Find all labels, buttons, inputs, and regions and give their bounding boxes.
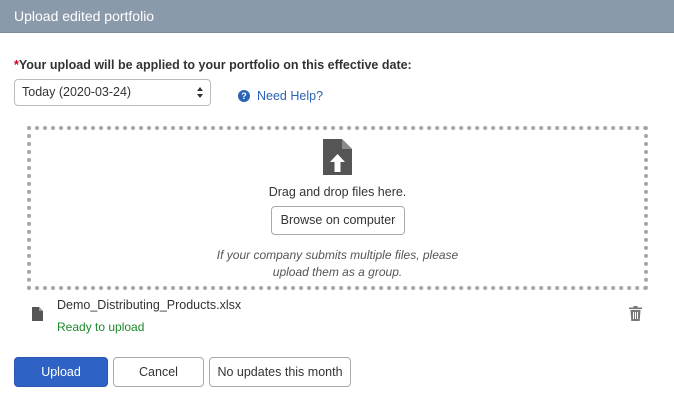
file-upload-icon [323, 139, 352, 175]
note-line-2: upload them as a group. [272, 265, 403, 279]
drag-drop-instruction: Drag and drop files here. [268, 185, 407, 199]
upload-dialog: Upload edited portfolio *Your upload wil… [0, 0, 674, 399]
no-updates-button[interactable]: No updates this month [209, 357, 351, 387]
upload-button[interactable]: Upload [14, 357, 108, 387]
file-dropzone[interactable]: Drag and drop files here. Browse on comp… [27, 126, 648, 290]
upload-status: Ready to upload [57, 320, 145, 334]
uploaded-file-name: Demo_Distributing_Products.xlsx [57, 298, 242, 312]
file-icon [32, 307, 43, 321]
need-help-link[interactable]: ? Need Help? [238, 88, 323, 104]
need-help-label: Need Help? [257, 89, 324, 103]
question-circle-icon: ? [238, 90, 250, 102]
dialog-title: Upload edited portfolio [0, 0, 674, 33]
trash-icon[interactable] [629, 306, 642, 321]
multiple-files-note: If your company submits multiple files, … [31, 247, 644, 281]
effective-date-select[interactable]: Today (2020-03-24) [14, 79, 211, 106]
cancel-button[interactable]: Cancel [113, 357, 204, 387]
effective-date-label: *Your upload will be applied to your por… [14, 58, 412, 72]
effective-date-label-text: Your upload will be applied to your port… [18, 58, 412, 72]
select-arrows-icon [197, 87, 203, 98]
effective-date-selected-value: Today (2020-03-24) [22, 85, 132, 99]
browse-computer-button[interactable]: Browse on computer [271, 206, 405, 235]
note-line-1: If your company submits multiple files, … [216, 248, 459, 262]
